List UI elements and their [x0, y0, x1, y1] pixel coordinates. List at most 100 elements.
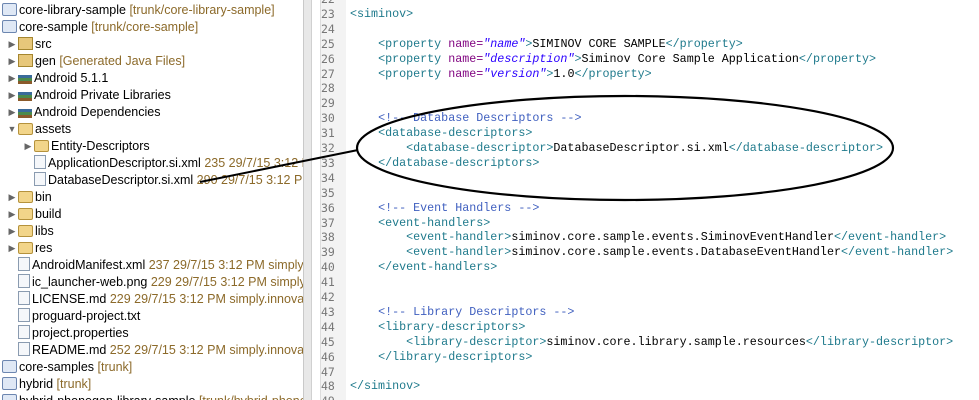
- token-com: <!-- Database Descriptors -->: [378, 111, 582, 126]
- tree-item[interactable]: ▶ src: [6, 36, 52, 53]
- code-line[interactable]: <database-descriptors>: [350, 126, 532, 141]
- folder-icon: [18, 208, 33, 220]
- tree-item-label: hybrid: [19, 377, 54, 391]
- token-com: <!-- Library Descriptors -->: [378, 304, 575, 319]
- tree-item-label: src: [35, 37, 52, 51]
- code-line[interactable]: </library-descriptors>: [350, 350, 532, 365]
- tree-item[interactable]: project.properties: [6, 325, 129, 342]
- panel-splitter[interactable]: [303, 0, 312, 400]
- expand-arrow-icon[interactable]: ▶: [6, 53, 18, 70]
- tree-item[interactable]: ic_launcher-web.png 229 29/7/15 3:12 PM …: [6, 274, 303, 291]
- code-line[interactable]: <database-descriptor>DatabaseDescriptor.…: [350, 141, 883, 156]
- token-attr: name=: [448, 36, 484, 51]
- tree-item[interactable]: ▶ res: [6, 240, 53, 257]
- expand-arrow-icon[interactable]: ▶: [6, 240, 18, 257]
- code-line[interactable]: <event-handler>siminov.core.sample.event…: [350, 230, 946, 245]
- code-line[interactable]: <property name="description">Siminov Cor…: [350, 52, 876, 67]
- line-number: 25: [321, 36, 335, 51]
- token-tag: <event-handlers>: [378, 215, 491, 230]
- tree-item[interactable]: ▶ Entity-Descriptors: [22, 138, 150, 155]
- line-number: 43: [321, 304, 335, 319]
- tree-item[interactable]: ▼ assets: [6, 121, 72, 138]
- tree-item[interactable]: hybrid [trunk]: [0, 376, 91, 393]
- tree-item[interactable]: core-samples [trunk]: [0, 359, 132, 376]
- tree-item-decoration: 290 29/7/15 3:12 PM: [193, 173, 303, 187]
- tree-item-label: hybrid-phonegap-library-sample: [19, 394, 195, 400]
- project-icon: [2, 377, 17, 390]
- file-icon: [18, 308, 30, 322]
- expand-arrow-icon[interactable]: ▶: [6, 223, 18, 240]
- tree-item[interactable]: AndroidManifest.xml 237 29/7/15 3:12 PM …: [6, 257, 303, 274]
- tree-item[interactable]: ▶ bin: [6, 189, 52, 206]
- tree-item[interactable]: README.md 252 29/7/15 3:12 PM simply.inn…: [6, 342, 303, 359]
- tree-item-label: build: [35, 207, 62, 221]
- collapse-arrow-icon[interactable]: ▼: [6, 121, 18, 138]
- line-number: 46: [321, 349, 335, 364]
- expand-arrow-icon[interactable]: ▶: [6, 87, 18, 104]
- code-line[interactable]: <event-handlers>: [350, 216, 490, 231]
- expand-arrow-icon[interactable]: ▶: [6, 70, 18, 87]
- tree-item[interactable]: ▶ Android 5.1.1: [6, 70, 109, 87]
- code-line[interactable]: <!-- Library Descriptors -->: [350, 305, 574, 320]
- project-icon: [2, 3, 17, 16]
- line-number: 23: [321, 6, 335, 21]
- tree-item[interactable]: core-library-sample [trunk/core-library-…: [0, 2, 275, 19]
- project-icon: [2, 20, 17, 33]
- code-line[interactable]: <property name="name">SIMINOV CORE SAMPL…: [350, 37, 743, 52]
- file-icon: [34, 172, 46, 186]
- expand-arrow-icon[interactable]: ▶: [6, 36, 18, 53]
- project-explorer[interactable]: core-library-sample [trunk/core-library-…: [0, 0, 303, 400]
- tree-item-label: Entity-Descriptors: [51, 139, 150, 153]
- token-tag: </library-descriptor>: [805, 334, 954, 349]
- code-line[interactable]: <property name="version">1.0</property>: [350, 67, 652, 82]
- line-number: 34: [321, 170, 335, 185]
- code-line[interactable]: <library-descriptors>: [350, 320, 525, 335]
- tree-item[interactable]: proguard-project.txt: [6, 308, 140, 325]
- expand-arrow-icon[interactable]: ▶: [22, 138, 34, 155]
- line-number: 28: [321, 81, 335, 96]
- tree-item[interactable]: hybrid-phonegap-library-sample [trunk/hy…: [0, 393, 303, 400]
- code-line[interactable]: </database-descriptors>: [350, 156, 539, 171]
- xml-editor[interactable]: <siminov> <property name="name">SIMINOV …: [350, 0, 979, 400]
- tree-item-decoration: [Generated Java Files]: [55, 54, 186, 68]
- code-line[interactable]: <library-descriptor>siminov.core.library…: [350, 335, 953, 350]
- expand-arrow-icon[interactable]: ▶: [6, 206, 18, 223]
- code-line[interactable]: <siminov>: [350, 7, 413, 22]
- token-tag: </database-descriptors>: [378, 155, 540, 170]
- line-number: 33: [321, 155, 335, 170]
- tree-item-label: project.properties: [32, 326, 129, 340]
- token-tag: <siminov>: [350, 6, 414, 21]
- expand-arrow-icon[interactable]: ▶: [6, 189, 18, 206]
- folder-icon: [18, 123, 33, 135]
- tree-item-decoration: 235 29/7/15 3:12 PM: [204, 156, 303, 170]
- tree-item-label: README.md: [32, 343, 107, 357]
- file-icon: [18, 274, 30, 288]
- code-line[interactable]: <!-- Database Descriptors -->: [350, 111, 581, 126]
- tree-item-label: ApplicationDescriptor.si.xml: [48, 156, 201, 170]
- tree-item[interactable]: ▶ Android Private Libraries: [6, 87, 171, 104]
- expand-arrow-icon[interactable]: ▶: [6, 104, 18, 121]
- tree-item[interactable]: DatabaseDescriptor.si.xml 290 29/7/15 3:…: [22, 172, 303, 189]
- token-text: Siminov Core Sample Application: [581, 51, 799, 66]
- code-line[interactable]: </event-handlers>: [350, 260, 497, 275]
- tree-item-label: res: [35, 241, 53, 255]
- tree-item-decoration: 229 29/7/15 3:12 PM simply.innovative: [106, 292, 303, 306]
- folder-icon: [18, 225, 33, 237]
- tree-item[interactable]: ApplicationDescriptor.si.xml 235 29/7/15…: [22, 155, 303, 172]
- tree-item[interactable]: ▶ gen [Generated Java Files]: [6, 53, 185, 70]
- tree-item[interactable]: ▶ libs: [6, 223, 54, 240]
- line-number: 32: [321, 141, 335, 155]
- tree-item[interactable]: core-sample [trunk/core-sample]: [0, 19, 198, 36]
- code-line[interactable]: <event-handler>siminov.core.sample.event…: [350, 245, 953, 260]
- tree-item[interactable]: ▶ build: [6, 206, 62, 223]
- token-val: "version": [483, 66, 547, 81]
- tree-item[interactable]: LICENSE.md 229 29/7/15 3:12 PM simply.in…: [6, 291, 303, 308]
- tree-item[interactable]: ▶ Android Dependencies: [6, 104, 161, 121]
- code-line[interactable]: <!-- Event Handlers -->: [350, 201, 539, 216]
- code-line[interactable]: </siminov>: [350, 379, 420, 394]
